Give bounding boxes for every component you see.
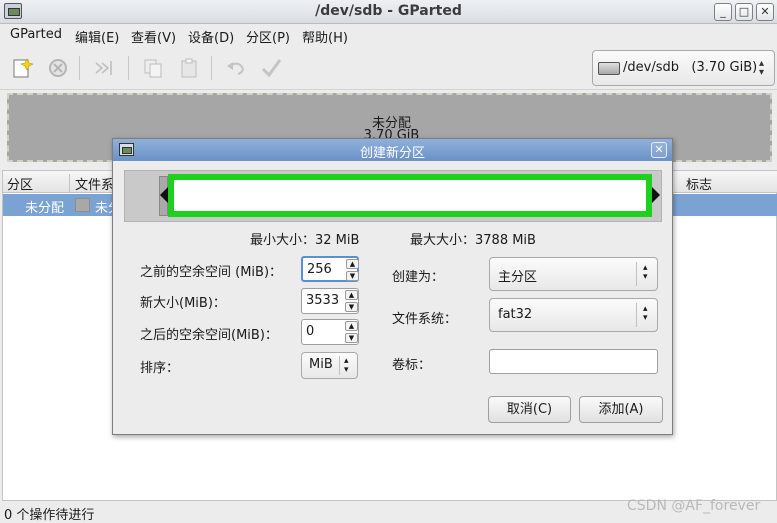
combo-separator — [636, 262, 637, 286]
watermark: CSDN @AF_forever — [627, 498, 761, 514]
new-size-label: 新大小(MiB)： — [140, 296, 226, 311]
chevron-updown-icon: ▴ ▾ — [759, 58, 765, 78]
create-partition-dialog: 创建新分区 ✕ 最小大小：32 MiB 最大大小：3788 MiB 之前的空余空… — [112, 138, 673, 435]
dialog-titlebar: 创建新分区 ✕ — [113, 139, 672, 161]
delete-partition-icon[interactable] — [44, 54, 72, 82]
partition-resizer[interactable] — [124, 170, 662, 222]
free-space-before-area — [125, 171, 161, 221]
toolbar-separator — [128, 56, 129, 80]
minimize-button[interactable]: _ — [714, 3, 732, 21]
filesystem-label: 文件系统： — [392, 312, 458, 327]
right-arrow-icon[interactable] — [652, 187, 660, 203]
resize-move-icon[interactable] — [90, 54, 118, 82]
menu-device[interactable]: 设备(D) — [188, 27, 234, 46]
create-as-label: 创建为： — [392, 270, 445, 285]
undo-icon[interactable] — [222, 54, 250, 82]
toolbar-separator — [79, 56, 80, 80]
new-size-spinner[interactable]: 3533 ▲ ▼ — [301, 288, 359, 314]
free-before-value: 256 — [307, 262, 332, 277]
chevron-updown-icon: ▴ ▾ — [643, 304, 648, 323]
apply-icon[interactable] — [257, 54, 285, 82]
menubar: GParted 编辑(E) 查看(V) 设备(D) 分区(P) 帮助(H) — [0, 24, 777, 46]
dialog-close-button[interactable]: ✕ — [651, 142, 667, 158]
create-as-value: 主分区 — [498, 270, 538, 285]
column-partition[interactable]: 分区 — [7, 174, 33, 193]
new-partition-block[interactable] — [168, 174, 652, 217]
left-arrow-icon[interactable] — [160, 187, 168, 203]
spinner-arrows: ▲ ▼ — [345, 321, 359, 343]
close-window-button[interactable]: ✕ — [756, 3, 774, 21]
column-flags[interactable]: 标志 — [686, 174, 712, 193]
new-size-value: 3533 — [306, 293, 340, 308]
menu-view[interactable]: 查看(V) — [131, 27, 176, 46]
window-titlebar: /dev/sdb - GParted _ □ ✕ — [0, 0, 777, 24]
free-after-value: 0 — [306, 324, 315, 339]
spinner-arrows: ▲ ▼ — [345, 290, 359, 312]
menu-edit[interactable]: 编辑(E) — [75, 27, 119, 46]
toolbar-separator — [211, 56, 212, 80]
free-before-label: 之前的空余空间 (MiB)： — [140, 265, 283, 280]
dialog-title: 创建新分区 — [359, 146, 425, 161]
combo-separator — [636, 303, 637, 327]
filesystem-value: fat32 — [498, 307, 533, 322]
align-value: MiB — [309, 357, 333, 372]
new-partition-icon[interactable] — [8, 54, 36, 82]
volume-label-label: 卷标： — [392, 358, 432, 373]
window-title: /dev/sdb - GParted — [315, 3, 462, 19]
max-size-text: 最大大小：3788 MiB — [410, 233, 536, 248]
chevron-updown-icon: ▴ ▾ — [344, 356, 349, 375]
spin-up-icon[interactable]: ▲ — [345, 290, 358, 300]
align-label: 排序： — [140, 361, 180, 376]
copy-icon[interactable] — [139, 54, 167, 82]
menu-partition[interactable]: 分区(P) — [246, 27, 290, 46]
filesystem-combo[interactable]: fat32 ▴ ▾ — [489, 298, 658, 332]
min-size-text: 最小大小：32 MiB — [250, 233, 360, 248]
filesystem-color-swatch — [75, 198, 90, 212]
spin-up-icon[interactable]: ▲ — [345, 321, 358, 331]
align-combo[interactable]: MiB ▴ ▾ — [301, 352, 358, 379]
spin-up-icon[interactable]: ▲ — [346, 259, 359, 269]
device-selector[interactable]: /dev/sdb (3.70 GiB) ▴ ▾ — [592, 50, 775, 86]
create-as-combo[interactable]: 主分区 ▴ ▾ — [489, 257, 658, 291]
volume-label-input[interactable] — [489, 349, 658, 374]
free-after-spinner[interactable]: 0 ▲ ▼ — [301, 319, 359, 345]
pending-operations-status: 0 个操作待进行 — [4, 508, 95, 523]
spin-down-icon[interactable]: ▼ — [345, 333, 358, 343]
free-after-label: 之后的空余空间(MiB)： — [140, 328, 278, 343]
cancel-button[interactable]: 取消(C) — [488, 396, 571, 423]
spin-down-icon[interactable]: ▼ — [345, 302, 358, 312]
add-button[interactable]: 添加(A) — [579, 396, 663, 423]
chevron-updown-icon: ▴ ▾ — [643, 263, 648, 282]
row-partition-name: 未分配 — [25, 201, 65, 216]
paste-icon[interactable] — [175, 54, 203, 82]
spin-down-icon[interactable]: ▼ — [346, 271, 359, 281]
menu-gparted[interactable]: GParted — [10, 27, 62, 42]
hard-disk-icon — [598, 62, 620, 75]
column-filesystem[interactable]: 文件系 — [69, 174, 114, 193]
menu-help[interactable]: 帮助(H) — [302, 27, 348, 46]
combo-separator — [339, 356, 340, 375]
device-selector-label: /dev/sdb (3.70 GiB) — [623, 60, 758, 75]
spinner-arrows: ▲ ▼ — [346, 259, 360, 281]
free-before-spinner[interactable]: 256 ▲ ▼ — [301, 256, 359, 282]
maximize-button[interactable]: □ — [735, 3, 753, 21]
